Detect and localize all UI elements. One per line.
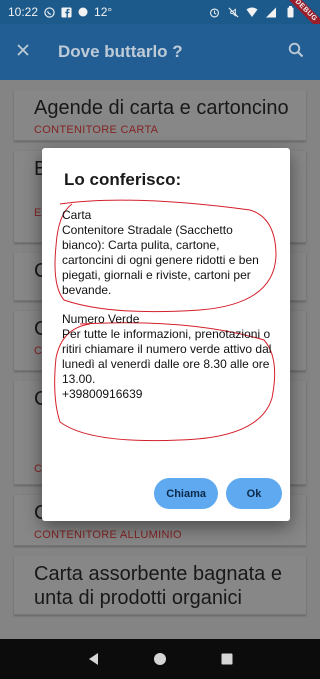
home-icon[interactable] bbox=[148, 647, 172, 671]
recents-icon[interactable] bbox=[215, 647, 239, 671]
call-button[interactable]: Chiama bbox=[154, 478, 218, 509]
system-nav-bar bbox=[0, 639, 320, 679]
dialog-title: Lo conferisco: bbox=[64, 170, 182, 189]
ok-button[interactable]: Ok bbox=[226, 478, 282, 509]
collection-info: Carta Contenitore Stradale (Sacchetto bi… bbox=[62, 208, 259, 297]
dialog-body: Carta Contenitore Stradale (Sacchetto bi… bbox=[62, 208, 274, 402]
disposal-dialog: Lo conferisco: Carta Contenitore Stradal… bbox=[42, 148, 290, 521]
back-icon[interactable] bbox=[81, 647, 105, 671]
dialog-actions: Chiama Ok bbox=[154, 478, 282, 509]
hotline-info: Numero Verde Per tutte le informazioni, … bbox=[62, 312, 272, 401]
